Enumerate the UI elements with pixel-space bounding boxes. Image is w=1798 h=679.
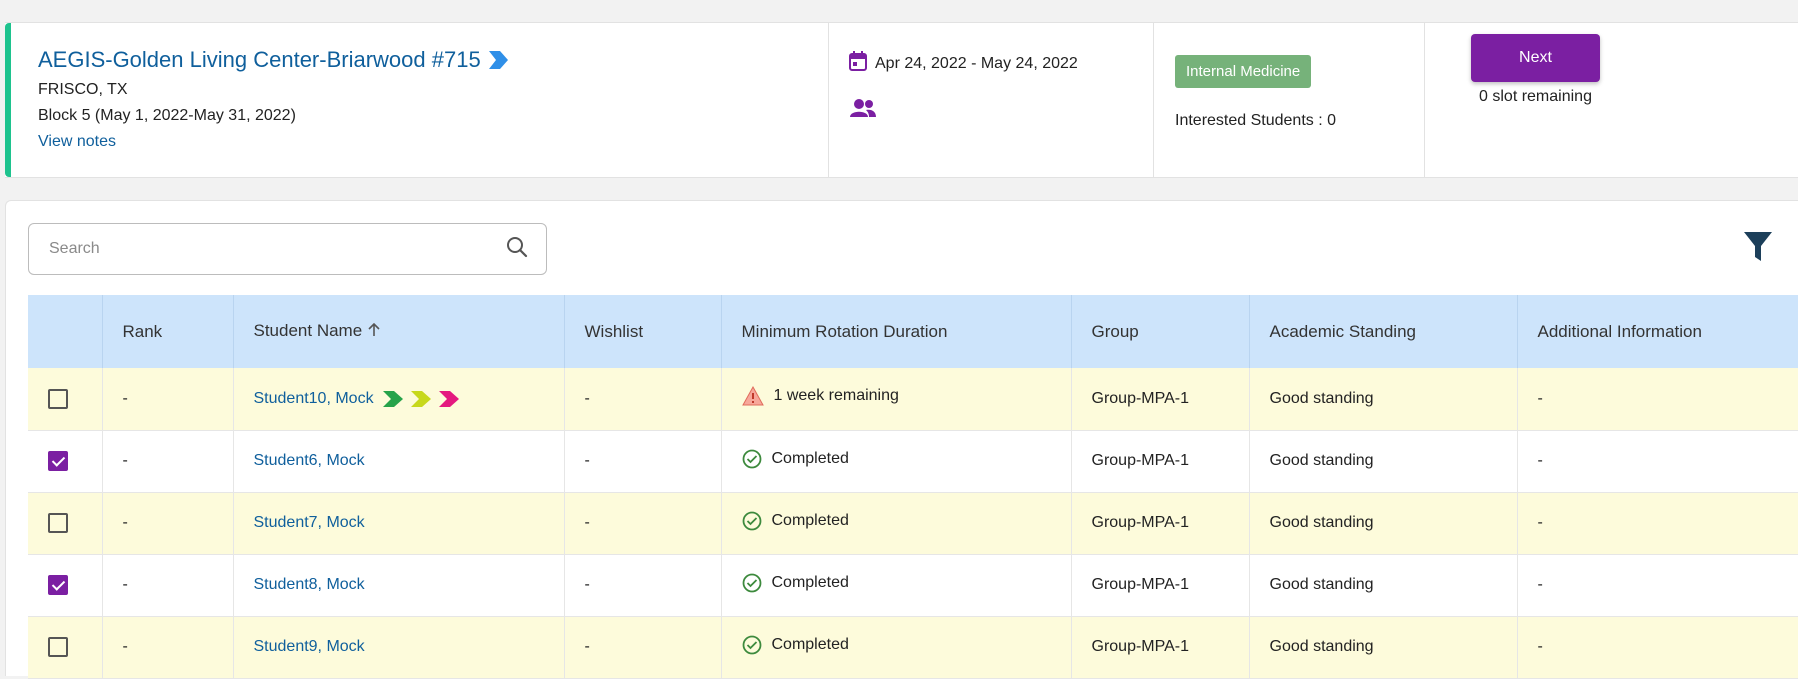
- students-panel: Rank Student Name Wishlist Minimum Rotat…: [5, 200, 1798, 679]
- student-name-cell: Student9, Mock: [233, 616, 565, 678]
- row-checkbox[interactable]: [48, 451, 68, 471]
- header-wishlist[interactable]: Wishlist: [564, 295, 722, 368]
- tag-icon: [487, 50, 509, 70]
- group-cell: Group-MPA-1: [1071, 368, 1250, 430]
- row-checkbox[interactable]: [48, 388, 68, 409]
- warning-icon: [741, 386, 764, 406]
- filter-icon[interactable]: [1743, 231, 1773, 268]
- header-select: [28, 295, 103, 368]
- duration-cell: 1 week remaining: [721, 368, 1072, 430]
- student-link[interactable]: Student7, Mock: [254, 514, 365, 531]
- site-location: FRISCO, TX: [38, 81, 128, 98]
- duration-cell: Completed: [721, 430, 1072, 492]
- tag-yellow-icon: [411, 390, 432, 407]
- rank-cell: -: [102, 492, 234, 554]
- table-header-row: Rank Student Name Wishlist Minimum Rotat…: [28, 295, 1798, 368]
- next-actions: Next 0 slot remaining: [1425, 23, 1625, 177]
- header-student-name[interactable]: Student Name: [233, 295, 565, 368]
- duration-cell: Completed: [721, 554, 1072, 616]
- placement-card: AEGIS-Golden Living Center-Briarwood #71…: [5, 22, 1798, 178]
- duration-cell: Completed: [721, 492, 1072, 554]
- site-block: Block 5 (May 1, 2022-May 31, 2022): [38, 107, 296, 124]
- row-checkbox[interactable]: [48, 575, 68, 595]
- specialty-badge: Internal Medicine: [1175, 55, 1312, 88]
- student-link[interactable]: Student8, Mock: [254, 576, 365, 593]
- standing-cell: Good standing: [1249, 492, 1518, 554]
- header-rank[interactable]: Rank: [102, 295, 234, 368]
- check-circle-icon: [742, 573, 761, 592]
- top-strip: [0, 0, 1798, 6]
- date-info: Apr 24, 2022 - May 24, 2022: [829, 23, 1154, 177]
- check-circle-icon: [742, 449, 761, 468]
- tag-green-icon: [383, 390, 404, 407]
- header-group[interactable]: Group: [1071, 295, 1250, 368]
- group-cell: Group-MPA-1: [1071, 616, 1250, 678]
- student-name-cell: Student6, Mock: [233, 430, 565, 492]
- group-cell: Group-MPA-1: [1071, 492, 1250, 554]
- specialty-info: Internal Medicine Interested Students : …: [1154, 23, 1425, 177]
- standing-cell: Good standing: [1249, 616, 1518, 678]
- group-cell: Group-MPA-1: [1071, 430, 1250, 492]
- wishlist-cell: -: [564, 616, 722, 678]
- date-range: Apr 24, 2022 - May 24, 2022: [875, 54, 1078, 72]
- standing-cell: Good standing: [1249, 554, 1518, 616]
- rank-cell: -: [102, 368, 234, 430]
- slots-remaining: 0 slot remaining: [1479, 88, 1592, 105]
- rank-cell: -: [102, 430, 234, 492]
- check-circle-icon: [742, 635, 761, 654]
- students-table: Rank Student Name Wishlist Minimum Rotat…: [28, 295, 1798, 679]
- info-cell: -: [1537, 389, 1543, 407]
- info-cell: -: [1537, 638, 1543, 655]
- header-min-duration[interactable]: Minimum Rotation Duration: [721, 295, 1072, 368]
- row-checkbox[interactable]: [48, 513, 68, 533]
- info-cell: -: [1537, 514, 1543, 531]
- rank-cell: -: [102, 616, 234, 678]
- search-input[interactable]: [49, 240, 506, 258]
- standing-cell: Good standing: [1249, 430, 1518, 492]
- students-group-icon: [849, 98, 1153, 123]
- table-row: - Student8, Mock - Completed Group-MPA-1…: [28, 554, 1798, 616]
- group-cell: Group-MPA-1: [1071, 554, 1250, 616]
- student-name-cell: Student7, Mock: [233, 492, 565, 554]
- sort-up-icon[interactable]: [368, 322, 380, 341]
- wishlist-cell: -: [564, 430, 722, 492]
- next-button[interactable]: Next: [1471, 34, 1600, 82]
- table-row: - Student7, Mock - Completed Group-MPA-1…: [28, 492, 1798, 554]
- search-icon[interactable]: [506, 236, 528, 263]
- student-name-cell: Student8, Mock: [233, 554, 565, 616]
- student-name-cell: Student10, Mock: [233, 368, 565, 430]
- student-link[interactable]: Student6, Mock: [254, 452, 365, 469]
- info-cell: -: [1537, 576, 1543, 593]
- row-checkbox[interactable]: [48, 637, 68, 657]
- wishlist-cell: -: [564, 554, 722, 616]
- table-row: - Student10, Mock - 1 week remaining Gro…: [28, 368, 1798, 430]
- check-circle-icon: [742, 511, 761, 530]
- student-link[interactable]: Student9, Mock: [254, 638, 365, 655]
- student-link[interactable]: Student10, Mock: [254, 390, 374, 407]
- wishlist-cell: -: [564, 368, 722, 430]
- site-title-link[interactable]: AEGIS-Golden Living Center-Briarwood #71…: [38, 47, 481, 73]
- tag-pink-icon: [439, 390, 460, 407]
- site-info: AEGIS-Golden Living Center-Briarwood #71…: [11, 23, 829, 177]
- header-academic-standing[interactable]: Academic Standing: [1249, 295, 1518, 368]
- wishlist-cell: -: [564, 492, 722, 554]
- info-cell: -: [1537, 452, 1543, 469]
- standing-cell: Good standing: [1249, 368, 1518, 430]
- view-notes-link[interactable]: View notes: [38, 133, 116, 151]
- student-tags: [382, 390, 460, 408]
- calendar-icon: [849, 51, 867, 76]
- search-box: [28, 223, 547, 275]
- table-row: - Student9, Mock - Completed Group-MPA-1…: [28, 616, 1798, 678]
- header-additional-info[interactable]: Additional Information: [1517, 295, 1798, 368]
- duration-cell: Completed: [721, 616, 1072, 678]
- rank-cell: -: [102, 554, 234, 616]
- table-row: - Student6, Mock - Completed Group-MPA-1…: [28, 430, 1798, 492]
- interested-count: Interested Students : 0: [1175, 112, 1336, 129]
